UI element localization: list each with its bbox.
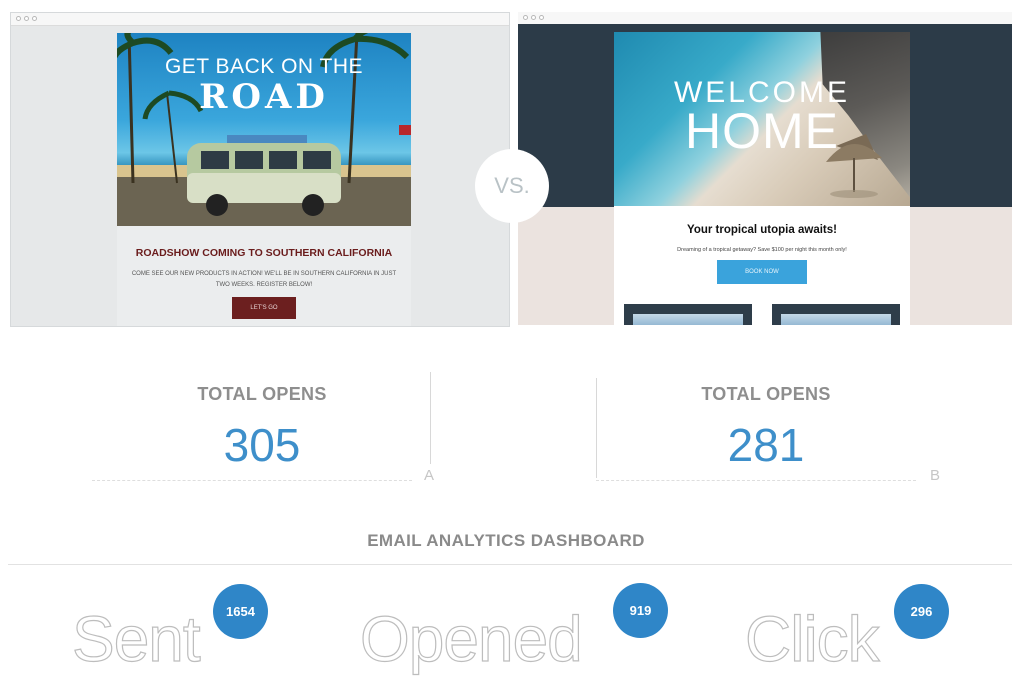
sent-count-badge: 1654 (213, 584, 268, 639)
sent-label: Sent (71, 602, 201, 675)
book-now-button[interactable]: BOOK NOW (717, 260, 807, 284)
total-opens-label: TOTAL OPENS (197, 384, 327, 404)
variant-a-hero-line1: GET BACK ON THE (164, 55, 364, 78)
dashboard-title: EMAIL ANALYTICS DASHBOARD (367, 531, 645, 550)
stat-underline (596, 480, 916, 481)
variant-a-hero-image: GET BACK ON THE ROAD (117, 33, 411, 226)
window-controls (16, 16, 37, 21)
window-maximize-dot[interactable] (32, 16, 37, 21)
window-maximize-dot[interactable] (539, 15, 544, 20)
total-opens-label: TOTAL OPENS (701, 384, 831, 404)
variant-a-preview-window: GET BACK ON THE ROAD ROADSHOW COMING TO … (10, 12, 510, 327)
window-titlebar (11, 13, 509, 26)
total-opens-value: 281 (727, 419, 805, 471)
thumbnail-image (781, 314, 891, 325)
stat-underline (92, 480, 412, 481)
lets-go-button[interactable]: LET'S GO (232, 297, 296, 319)
stat-divider (596, 378, 597, 478)
variant-letter: A (424, 467, 435, 484)
variant-letter: B (930, 467, 941, 484)
window-minimize-dot[interactable] (531, 15, 536, 20)
click-count-badge: 296 (894, 584, 949, 639)
window-minimize-dot[interactable] (24, 16, 29, 21)
thumbnail-card[interactable] (624, 304, 752, 325)
stat-divider (430, 372, 431, 464)
opened-label: Opened (359, 602, 583, 675)
variant-a-email: GET BACK ON THE ROAD ROADSHOW COMING TO … (117, 33, 411, 326)
variant-b-preview-window: WELCOME HOME Your tropical utopia awaits… (518, 12, 1012, 325)
thumbnail-image (633, 314, 743, 325)
click-label: Click (744, 602, 880, 675)
variant-b-stat: TOTAL OPENS 281 B (596, 372, 940, 484)
window-controls (523, 15, 544, 20)
variant-a-headline: ROADSHOW COMING TO SOUTHERN CALIFORNIA (135, 247, 393, 259)
window-close-dot[interactable] (16, 16, 21, 21)
variant-b-hero-line2: HOME (685, 103, 839, 159)
variant-b-subtext: Dreaming of a tropical getaway? Save $10… (677, 247, 847, 253)
variant-b-hero-image: WELCOME HOME (614, 32, 910, 206)
window-close-dot[interactable] (523, 15, 528, 20)
variant-b-email: WELCOME HOME Your tropical utopia awaits… (614, 32, 910, 325)
thumbnail-card[interactable] (772, 304, 900, 325)
vs-badge: VS. (475, 149, 549, 223)
variant-a-body-text: COME SEE OUR NEW PRODUCTS IN ACTION! WE'… (131, 271, 397, 288)
variant-a-hero-line2: ROAD (199, 77, 329, 117)
dashboard-divider (8, 564, 1012, 565)
variant-b-headline: Your tropical utopia awaits! (687, 224, 837, 236)
variant-a-stat: TOTAL OPENS 305 A (92, 372, 435, 484)
opened-count-badge: 919 (613, 583, 668, 638)
total-opens-value: 305 (223, 419, 301, 471)
